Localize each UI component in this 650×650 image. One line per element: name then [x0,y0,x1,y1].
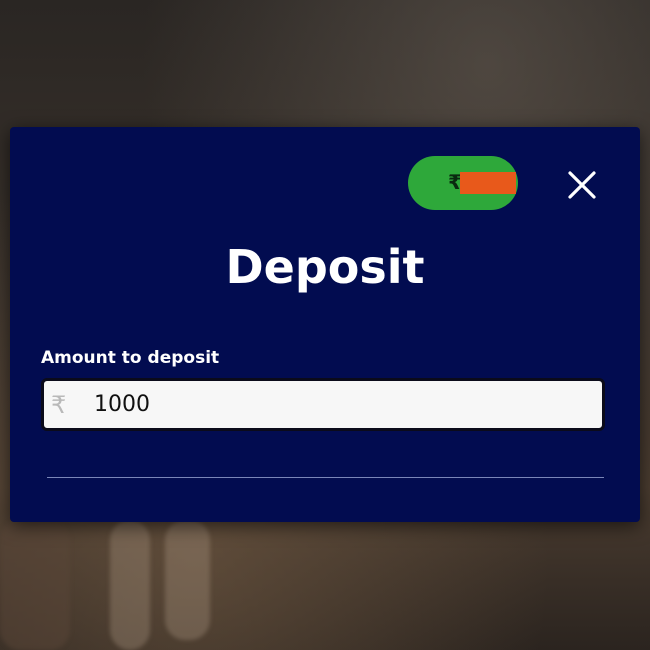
amount-input[interactable] [94,381,594,428]
balance-amount-redacted [460,172,516,194]
background-figure [110,520,150,650]
rupee-icon: ₹ [51,391,67,419]
divider [47,477,604,478]
deposit-modal: ₹ Deposit Amount to deposit ₹ [10,127,640,522]
modal-title: Deposit [225,240,425,294]
amount-field[interactable]: ₹ [41,378,605,431]
background-figure [165,520,210,640]
close-button[interactable] [562,165,602,205]
close-icon [568,171,596,199]
background-figure [0,520,70,650]
amount-label: Amount to deposit [41,348,220,368]
wallet-balance-badge[interactable]: ₹ [408,156,518,210]
